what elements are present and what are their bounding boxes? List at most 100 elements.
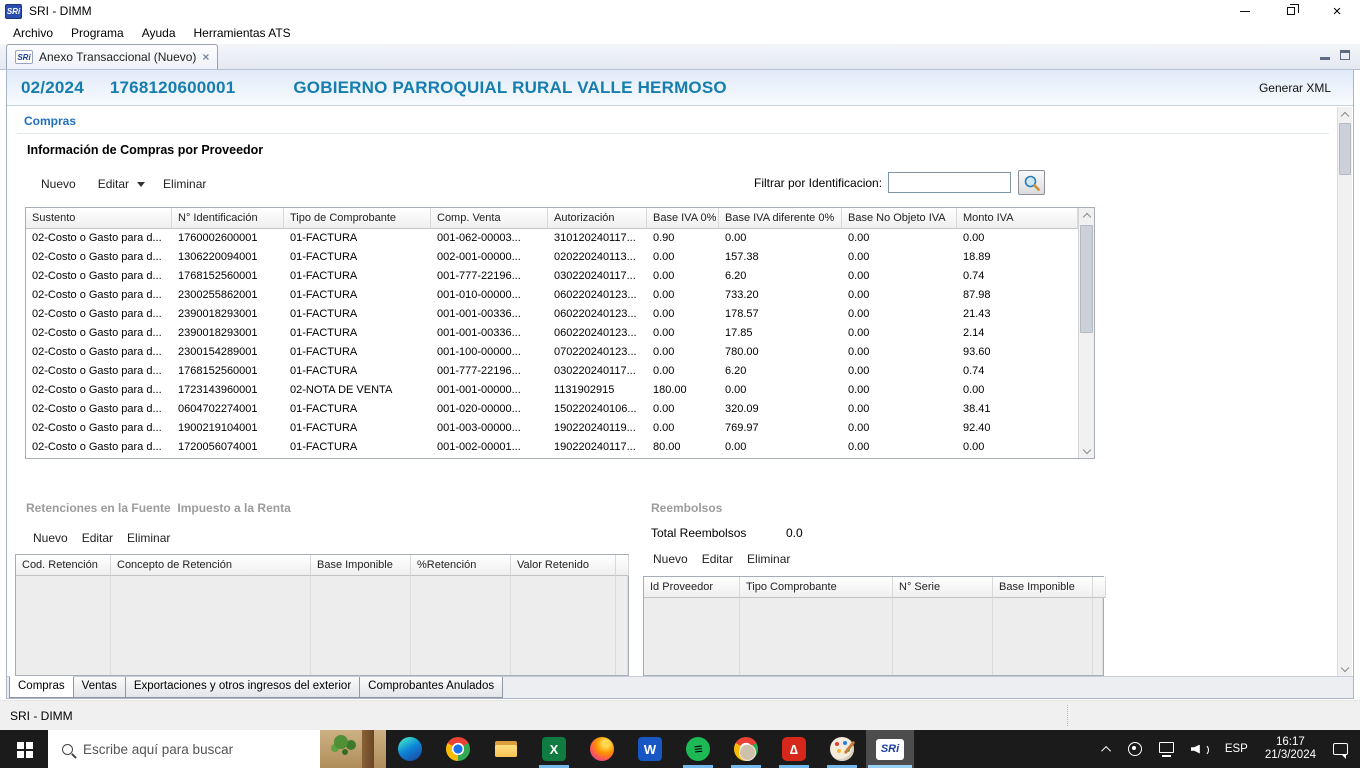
compras-toolbar: Nuevo Editar Eliminar [41,177,228,191]
col-monto-iva[interactable]: Monto IVA [957,208,1078,229]
sri-dimm-icon[interactable]: SRi [866,730,914,768]
tab-ventas[interactable]: Ventas [72,677,126,698]
file-explorer-icon[interactable] [482,730,530,768]
volume-icon[interactable] [1191,743,1209,756]
compras-table-scrollbar[interactable] [1078,208,1094,458]
col-base-iva-0[interactable]: Base IVA 0% [647,208,719,229]
view-minimize-icon[interactable] [1320,51,1330,60]
window-titlebar: SRi SRI - DIMM × [0,0,1360,22]
ruc-number: 1768120600001 [109,77,236,97]
col-identificacion[interactable]: N° Identificación [172,208,284,229]
search-highlight-image[interactable] [320,730,386,768]
taskbar-search[interactable]: Escribe aquí para buscar [48,730,386,768]
action-center-icon[interactable] [1333,743,1348,759]
search-placeholder: Escribe aquí para buscar [83,741,234,757]
scroll-up-icon[interactable] [1079,208,1094,223]
tab-close-icon[interactable]: × [202,51,209,63]
network-icon[interactable] [1158,742,1174,757]
table-row[interactable]: 02-Costo o Gasto para d... 2300154289001… [26,343,1078,362]
editor-frame: 02/2024 1768120600001 GOBIERNO PARROQUIA… [6,70,1354,699]
tab-compras[interactable]: Compras [9,676,74,698]
col-cod-retencion[interactable]: Cod. Retención [16,555,111,576]
view-maximize-icon[interactable] [1340,50,1350,60]
word-icon[interactable]: W [626,730,674,768]
chrome-alt-icon[interactable] [722,730,770,768]
reembolsos-eliminar-button[interactable]: Eliminar [747,552,790,566]
col-id-proveedor[interactable]: Id Proveedor [644,577,740,598]
meet-now-icon[interactable] [1127,742,1142,756]
table-row[interactable]: 02-Costo o Gasto para d... 1900219104001… [26,419,1078,438]
tray-time: 16:17 [1276,736,1305,748]
tab-exportaciones[interactable]: Exportaciones y otros ingresos del exter… [124,677,361,698]
menu-herramientas-ats[interactable]: Herramientas ATS [185,24,300,42]
edge-icon[interactable] [386,730,434,768]
col-serie[interactable]: N° Serie [893,577,993,598]
chrome-icon[interactable] [434,730,482,768]
form-scroll-thumb[interactable] [1339,123,1351,175]
table-row[interactable]: 02-Costo o Gasto para d... 1768152560001… [26,267,1078,286]
col-base-imponible[interactable]: Base Imponible [311,555,411,576]
reembolsos-table: Id Proveedor Tipo Comprobante N° Serie B… [643,576,1106,676]
menu-archivo[interactable]: Archivo [4,24,62,42]
retenciones-nuevo-button[interactable]: Nuevo [33,531,68,545]
generar-xml-button[interactable]: Generar XML [1259,81,1331,95]
retenciones-editar-button[interactable]: Editar [82,531,113,545]
table-row[interactable]: 02-Costo o Gasto para d... 1760002600001… [26,229,1078,248]
retenciones-eliminar-button[interactable]: Eliminar [127,531,170,545]
reembolsos-nuevo-button[interactable]: Nuevo [653,552,688,566]
editar-dropdown-icon[interactable] [137,182,146,191]
table-row[interactable]: 02-Costo o Gasto para d... 1306220094001… [26,248,1078,267]
tab-comprobantes-anulados[interactable]: Comprobantes Anulados [359,677,504,698]
table-row[interactable]: 02-Costo o Gasto para d... 2390018293001… [26,324,1078,343]
firefox-icon[interactable] [578,730,626,768]
col-base-imponible-reem[interactable]: Base Imponible [993,577,1093,598]
table-row[interactable]: 02-Costo o Gasto para d... 1720056074001… [26,438,1078,457]
excel-icon[interactable]: X [530,730,578,768]
minimize-button[interactable] [1222,0,1268,22]
col-tipo-comprobante-reem[interactable]: Tipo Comprobante [740,577,893,598]
tray-date: 21/3/2024 [1264,749,1316,761]
table-row[interactable]: 02-Costo o Gasto para d... 1768152560001… [26,362,1078,381]
col-valor-retenido[interactable]: Valor Retenido [511,555,616,576]
nuevo-button[interactable]: Nuevo [41,177,76,191]
eliminar-button[interactable]: Eliminar [163,177,206,191]
col-concepto-retencion[interactable]: Concepto de Retención [111,555,311,576]
col-pct-retencion[interactable]: %Retención [411,555,511,576]
form-scroll-down-icon[interactable] [1338,661,1352,676]
menu-programa[interactable]: Programa [62,24,133,42]
close-button[interactable]: × [1314,0,1360,22]
col-comp-venta[interactable]: Comp. Venta [431,208,548,229]
form-scroll-up-icon[interactable] [1338,107,1352,122]
col-tipo-comprobante[interactable]: Tipo de Comprobante [284,208,431,229]
acrobat-icon[interactable]: ∆ [770,730,818,768]
language-indicator[interactable]: ESP [1225,743,1248,755]
status-divider [1067,705,1068,726]
col-base-iva-dif[interactable]: Base IVA diferente 0% [719,208,842,229]
filter-input[interactable] [888,172,1011,193]
scroll-thumb[interactable] [1080,225,1093,333]
form-scrollbar[interactable] [1337,107,1352,676]
col-base-no-objeto[interactable]: Base No Objeto IVA [842,208,957,229]
paint-icon[interactable] [818,730,866,768]
menu-ayuda[interactable]: Ayuda [133,24,185,42]
spotify-icon[interactable]: ≡ [674,730,722,768]
tab-anexo-transaccional[interactable]: SRi Anexo Transaccional (Nuevo) × [6,44,219,69]
reembolsos-empty-body [644,598,1103,675]
col-autorizacion[interactable]: Autorización [548,208,647,229]
reembolsos-table-header: Id Proveedor Tipo Comprobante N° Serie B… [644,577,1106,598]
filter-search-button[interactable] [1018,170,1045,195]
restore-button[interactable] [1268,0,1314,22]
scroll-down-icon[interactable] [1079,443,1094,458]
tray-chevron-up-icon[interactable] [1100,745,1111,756]
table-row[interactable]: 02-Costo o Gasto para d... 2300255862001… [26,286,1078,305]
compras-table-header: Sustento N° Identificación Tipo de Compr… [26,208,1078,229]
start-button[interactable] [0,730,48,768]
col-sustento[interactable]: Sustento [26,208,172,229]
editar-button[interactable]: Editar [98,177,129,191]
table-row[interactable]: 02-Costo o Gasto para d... 1723143960001… [26,381,1078,400]
table-row[interactable]: 02-Costo o Gasto para d... 2390018293001… [26,305,1078,324]
tab-label: Anexo Transaccional (Nuevo) [39,50,197,64]
table-row[interactable]: 02-Costo o Gasto para d... 0604702274001… [26,400,1078,419]
reembolsos-editar-button[interactable]: Editar [702,552,733,566]
clock[interactable]: 16:17 21/3/2024 [1265,736,1316,762]
